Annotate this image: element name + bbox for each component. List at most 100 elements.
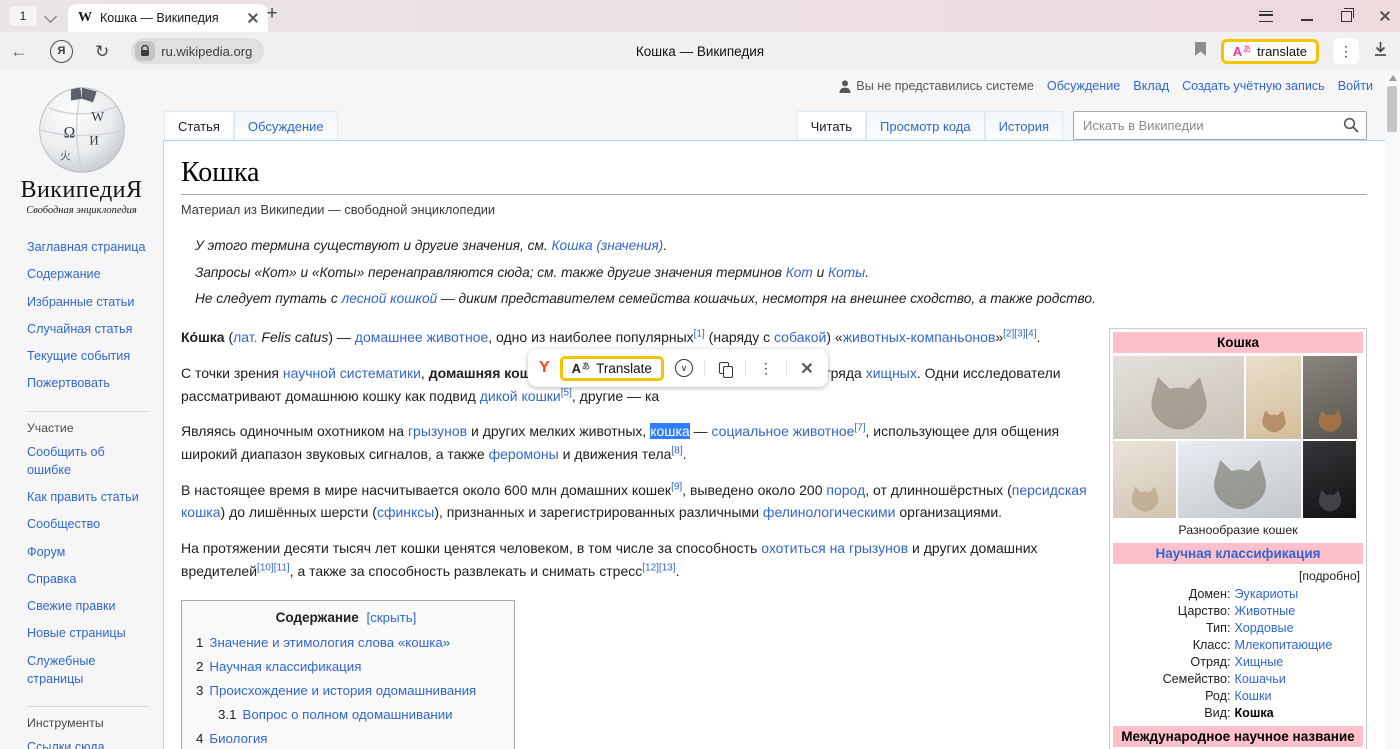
article-link[interactable]: охотиться на грызунов	[761, 540, 908, 556]
yandex-logo-icon[interactable]: Y	[539, 359, 550, 377]
cat-photo[interactable]	[1113, 356, 1244, 439]
sidebar-link[interactable]: Новые страницы	[27, 624, 152, 642]
sidebar-link[interactable]: Сообщить об ошибке	[27, 443, 152, 480]
toolbar-kebab-menu[interactable]: ⋮	[1333, 38, 1359, 64]
taxon-link[interactable]: Хищные	[1235, 654, 1284, 671]
article-link[interactable]: сфинксы	[377, 504, 434, 520]
window-menu-icon[interactable]	[1259, 11, 1273, 22]
taxon-link[interactable]: Млекопитающие	[1235, 637, 1333, 654]
sidebar-link[interactable]: Заглавная страница	[27, 238, 152, 256]
namespace-tab[interactable]: Статья	[164, 111, 234, 140]
bookmark-icon[interactable]	[1194, 41, 1207, 62]
article-link[interactable]: Кот	[786, 265, 813, 280]
sidebar-link[interactable]: Как править статьи	[27, 488, 152, 506]
personal-link[interactable]: Войти	[1338, 79, 1373, 93]
cat-photo[interactable]	[1113, 441, 1176, 518]
tab-close-icon[interactable]	[248, 13, 258, 23]
sidebar-link[interactable]: Содержание	[27, 265, 152, 283]
tab-chevron-down-icon[interactable]	[44, 10, 57, 23]
sidebar-link[interactable]: Текущие события	[27, 347, 152, 365]
cat-photo[interactable]	[1303, 356, 1357, 439]
reload-icon[interactable]: ↻	[95, 43, 109, 60]
toc-link[interactable]: Научная классификация	[209, 659, 361, 674]
taxon-link[interactable]: Кошачьи	[1235, 671, 1286, 688]
sidebar-link[interactable]: Служебные страницы	[27, 652, 152, 689]
browser-tab[interactable]: W Кошка — Википедия	[68, 4, 268, 32]
classification-header[interactable]: Научная классификация	[1113, 543, 1363, 564]
download-icon[interactable]	[1373, 41, 1388, 62]
personal-link[interactable]: Обсуждение	[1047, 79, 1120, 93]
article-link[interactable]: социальное животное	[712, 423, 855, 439]
toolbar-translate-button[interactable]: Aあ translate	[1221, 39, 1319, 64]
sidebar-link[interactable]: Пожертвовать	[27, 374, 152, 392]
article-link[interactable]: фелинологическими	[763, 504, 896, 520]
tab-count-button[interactable]: 1	[8, 5, 38, 27]
action-tab[interactable]: Просмотр кода	[866, 111, 985, 140]
toc-link[interactable]: Биология	[209, 731, 267, 746]
wikipedia-logo[interactable]: Ω W И 火 ВикипедиЯ Свободная энциклопедия	[0, 70, 163, 216]
namespace-tab[interactable]: Обсуждение	[234, 111, 338, 140]
article-link[interactable]: лат.	[233, 329, 257, 345]
scroll-up-icon[interactable]	[1389, 75, 1397, 81]
cat-photo[interactable]	[1303, 441, 1356, 518]
selected-word[interactable]: кошка	[650, 423, 690, 439]
sidebar-link[interactable]: Сообщество	[27, 515, 152, 533]
article-link[interactable]: феромоны	[489, 446, 559, 462]
article-link[interactable]: пород	[826, 482, 865, 498]
search-input[interactable]	[1074, 112, 1366, 139]
back-arrow-icon[interactable]: ←	[10, 42, 28, 60]
sidebar-link[interactable]: Справка	[27, 570, 152, 588]
sidebar-link[interactable]: Свежие правки	[27, 597, 152, 615]
reference-link[interactable]: [5]	[561, 387, 572, 398]
personal-link[interactable]: Создать учётную запись	[1182, 79, 1325, 93]
cat-photo[interactable]	[1246, 356, 1301, 439]
article-link[interactable]: грызунов	[408, 423, 467, 439]
action-tab[interactable]: Читать	[797, 111, 866, 140]
article-link[interactable]: лесной кошкой	[342, 291, 438, 306]
toc-link[interactable]: Происхождение и история одомашнивания	[209, 683, 476, 698]
reference-link[interactable]: [12][13]	[642, 562, 675, 573]
taxon-link[interactable]: Кошки	[1235, 688, 1272, 705]
scrollbar-thumb[interactable]	[1387, 86, 1397, 132]
taxon-link[interactable]: Животные	[1235, 603, 1296, 620]
article-link[interactable]: животных-компаньонов	[843, 329, 996, 345]
sidebar-link[interactable]: Случайная статья	[27, 320, 152, 338]
search-icon[interactable]	[1343, 117, 1359, 136]
address-bar[interactable]: ru.wikipedia.org	[131, 38, 264, 64]
popup-close-icon[interactable]	[797, 358, 817, 378]
window-close-icon[interactable]	[1380, 11, 1390, 21]
restore-icon[interactable]	[1341, 11, 1352, 22]
minimize-icon[interactable]	[1301, 19, 1313, 21]
reference-link[interactable]: [1]	[694, 329, 705, 340]
sidebar-link[interactable]: Ссылки сюда	[27, 738, 152, 749]
reference-link[interactable]: [10][11]	[257, 562, 290, 573]
toc-link[interactable]: Значение и этимология слова «кошка»	[209, 635, 450, 650]
article-link[interactable]: хищных	[866, 365, 917, 381]
sidebar-link[interactable]: Форум	[27, 543, 152, 561]
article-link[interactable]: собакой	[774, 329, 826, 345]
page-scrollbar[interactable]	[1384, 70, 1400, 749]
article-link[interactable]: научной систематики	[283, 365, 421, 381]
taxon-link[interactable]: Эукариоты	[1235, 586, 1299, 603]
copy-icon[interactable]	[715, 358, 735, 378]
popup-translate-button[interactable]: Aあ Translate	[560, 356, 664, 381]
article-link[interactable]: домашнее животное	[355, 329, 488, 345]
reference-link[interactable]: [7]	[854, 423, 865, 434]
article-link[interactable]: Коты	[828, 265, 865, 280]
article-link[interactable]: Кошка (значения)	[551, 238, 663, 253]
sidebar-link[interactable]: Избранные статьи	[27, 293, 152, 311]
details-link[interactable]: [подробно]	[1113, 564, 1363, 586]
reference-link[interactable]: [8]	[671, 445, 682, 456]
cat-photo[interactable]	[1178, 441, 1301, 518]
toc-hide-link[interactable]: [скрыть]	[367, 610, 417, 625]
assistant-icon[interactable]: ∨	[674, 358, 694, 378]
action-tab[interactable]: История	[985, 111, 1063, 140]
reference-link[interactable]: [2][3][4]	[1003, 329, 1036, 340]
reference-link[interactable]: [9]	[671, 481, 682, 492]
lock-icon[interactable]	[135, 41, 155, 61]
article-link[interactable]: дикой кошки	[480, 388, 561, 404]
wiki-search-box[interactable]	[1073, 111, 1367, 140]
new-tab-button[interactable]: +	[260, 3, 284, 25]
taxon-link[interactable]: Хордовые	[1235, 620, 1294, 637]
yandex-browser-icon[interactable]: Я	[50, 40, 73, 63]
